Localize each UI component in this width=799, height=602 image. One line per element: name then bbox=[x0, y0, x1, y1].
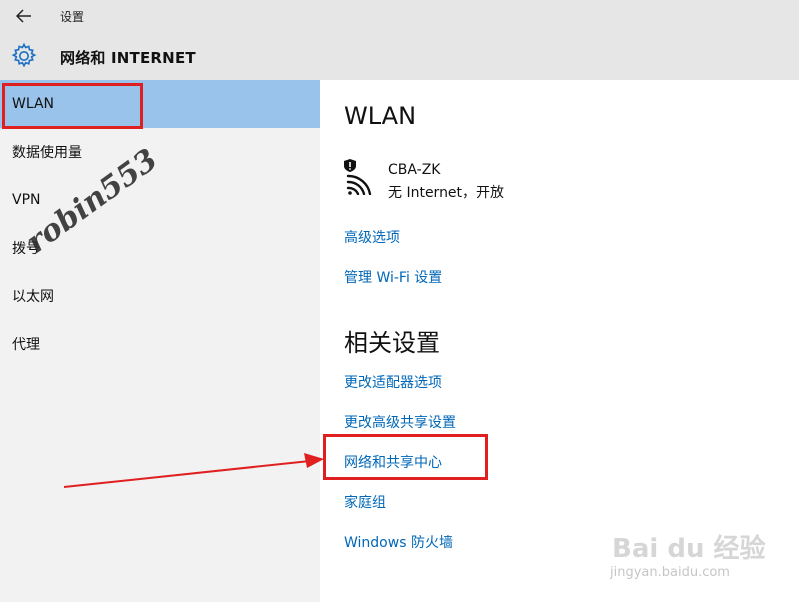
sidebar-item-proxy[interactable]: 代理 bbox=[0, 320, 320, 368]
back-button[interactable] bbox=[12, 6, 36, 26]
title-bar: 设置 网络和 INTERNET bbox=[0, 0, 799, 80]
page-heading: WLAN bbox=[344, 102, 417, 130]
change-adapter-options-link[interactable]: 更改适配器选项 bbox=[344, 372, 442, 392]
network-name[interactable]: CBA-ZK bbox=[388, 162, 440, 178]
window-title: 设置 bbox=[60, 10, 85, 24]
highlight-box-sharing-center bbox=[323, 434, 488, 480]
section-title: 网络和 INTERNET bbox=[60, 49, 196, 67]
annotation-arrow bbox=[63, 453, 324, 488]
manage-wifi-settings-link[interactable]: 管理 Wi-Fi 设置 bbox=[344, 267, 442, 287]
sidebar-item-ethernet[interactable]: 以太网 bbox=[0, 272, 320, 320]
gear-icon bbox=[11, 42, 37, 68]
baidu-url-watermark: jingyan.baidu.com bbox=[610, 565, 730, 580]
advanced-options-link[interactable]: 高级选项 bbox=[344, 227, 400, 247]
windows-firewall-link[interactable]: Windows 防火墙 bbox=[344, 532, 453, 552]
advanced-sharing-settings-link[interactable]: 更改高级共享设置 bbox=[344, 412, 456, 432]
baidu-logo-watermark: Bai du 经验 bbox=[612, 534, 766, 564]
wifi-secured-icon[interactable] bbox=[343, 157, 377, 195]
back-arrow-icon bbox=[16, 9, 31, 23]
homegroup-link[interactable]: 家庭组 bbox=[344, 492, 386, 512]
highlight-box-wlan bbox=[2, 83, 143, 129]
related-settings-heading: 相关设置 bbox=[344, 329, 440, 357]
network-status: 无 Internet，开放 bbox=[388, 185, 505, 201]
